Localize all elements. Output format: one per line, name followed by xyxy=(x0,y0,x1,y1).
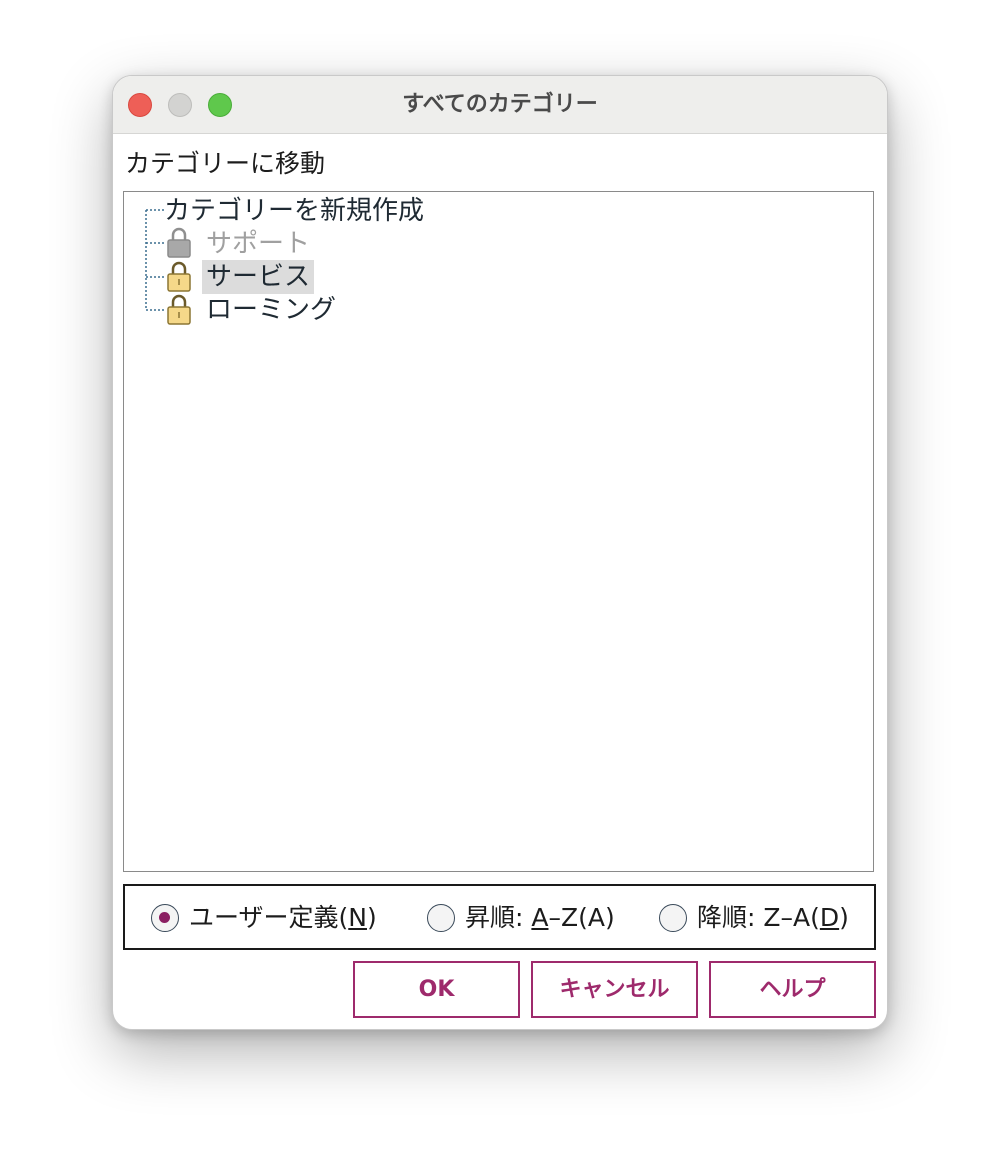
radio-label: 降順: Z–A(D) xyxy=(697,903,849,932)
tree-item-new-category[interactable]: カテゴリーを新規作成 xyxy=(162,194,428,228)
move-to-category-label: カテゴリーに移動 xyxy=(125,149,326,178)
tree-item-service[interactable]: サービス xyxy=(202,260,315,294)
help-button[interactable]: ヘルプ xyxy=(709,961,876,1018)
sort-order-group: ユーザー定義(N) 昇順: A–Z(A) 降順: Z–A(D) xyxy=(123,884,876,950)
tree-item-label: カテゴリーを新規作成 xyxy=(164,196,425,226)
lock-icon xyxy=(167,294,191,325)
dialog-window: すべてのカテゴリー カテゴリーに移動 カテゴリーを新規作成 サポート サービス … xyxy=(112,75,888,1030)
radio-selected-dot xyxy=(159,912,170,923)
radio-label: ユーザー定義(N) xyxy=(189,903,377,932)
lock-icon xyxy=(167,227,191,258)
radio-circle[interactable] xyxy=(151,904,179,932)
ok-button[interactable]: OK xyxy=(353,961,520,1018)
tree-item-support[interactable]: サポート xyxy=(202,227,314,261)
tree-item-label: サポート xyxy=(206,229,311,259)
radio-label: 昇順: A–Z(A) xyxy=(465,903,615,932)
tree-item-label: サービス xyxy=(202,260,315,294)
radio-circle[interactable] xyxy=(659,904,687,932)
window-title: すべてのカテゴリー xyxy=(402,92,598,117)
tree-item-roaming[interactable]: ローミング xyxy=(202,293,340,327)
category-tree[interactable]: カテゴリーを新規作成 サポート サービス ローミング xyxy=(123,191,874,872)
tree-item-label: ローミング xyxy=(206,295,337,325)
title-bar[interactable]: すべてのカテゴリー xyxy=(113,76,887,134)
radio-circle[interactable] xyxy=(427,904,455,932)
cancel-button[interactable]: キャンセル xyxy=(531,961,698,1018)
lock-icon xyxy=(167,261,191,292)
